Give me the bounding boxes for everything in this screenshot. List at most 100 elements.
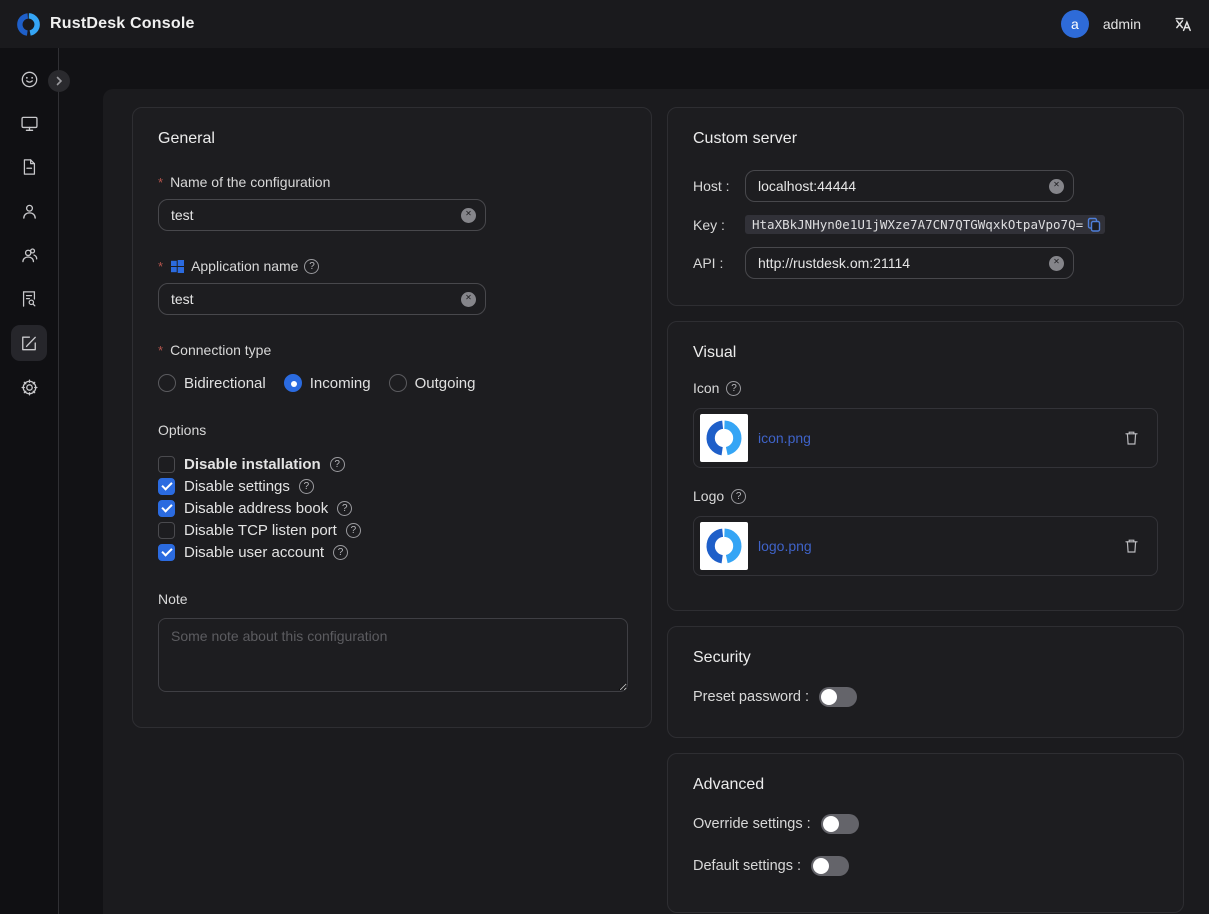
api-input[interactable] <box>746 255 1073 271</box>
checkbox-label: Disable settings <box>184 478 290 495</box>
radio-incoming[interactable]: Incoming <box>284 374 371 392</box>
config-name-field <box>158 199 486 231</box>
sidebar-expand-button[interactable] <box>48 70 70 92</box>
checkbox-disable-tcp-listen-port[interactable]: Disable TCP listen port <box>158 519 626 541</box>
key-value: HtaXBkJNHyn0e1U1jWXze7A7CN7QTGWqxkOtpaVp… <box>752 217 1083 232</box>
settings-gear-icon <box>11 369 47 405</box>
checkbox <box>158 500 175 517</box>
help-icon[interactable] <box>346 523 361 538</box>
security-title: Security <box>693 649 1158 667</box>
preset-password-label: Preset password : <box>693 689 809 705</box>
help-icon[interactable] <box>731 489 746 504</box>
default-settings-toggle[interactable] <box>811 856 849 876</box>
default-settings-row: Default settings : <box>693 856 1158 876</box>
sidebar-item-groups[interactable] <box>7 233 51 277</box>
main-content: General * Name of the configuration * <box>103 89 1209 914</box>
topbar: RustDesk Console a admin <box>0 0 1209 48</box>
radio-circle <box>389 374 407 392</box>
config-name-input[interactable] <box>159 207 485 223</box>
advanced-card: Advanced Override settings : Default set… <box>667 753 1184 913</box>
key-row: Key : HtaXBkJNHyn0e1U1jWXze7A7CN7QTGWqxk… <box>693 215 1158 234</box>
app-name-field <box>158 283 486 315</box>
override-settings-toggle[interactable] <box>821 814 859 834</box>
windows-icon <box>170 259 185 274</box>
host-field <box>745 170 1074 202</box>
connection-type-label-row: * Connection type <box>158 342 626 358</box>
custom-server-title: Custom server <box>693 130 1158 148</box>
radio-outgoing[interactable]: Outgoing <box>389 374 476 392</box>
api-label: API : <box>693 255 745 271</box>
help-icon[interactable] <box>726 381 741 396</box>
devices-icon <box>11 105 47 141</box>
help-icon[interactable] <box>330 457 345 472</box>
clear-icon[interactable] <box>461 292 476 307</box>
preset-password-row: Preset password : <box>693 687 1158 707</box>
host-label: Host : <box>693 178 745 194</box>
document-icon <box>11 149 47 185</box>
note-textarea[interactable] <box>158 618 628 692</box>
rustdesk-logo-thumbnail <box>700 414 748 462</box>
checkbox-disable-user-account[interactable]: Disable user account <box>158 541 626 563</box>
sidebar-item-settings[interactable] <box>7 365 51 409</box>
key-label: Key : <box>693 217 745 233</box>
checkbox <box>158 478 175 495</box>
general-card-title: General <box>158 130 626 148</box>
host-input[interactable] <box>746 178 1073 194</box>
help-icon[interactable] <box>304 259 319 274</box>
username[interactable]: admin <box>1103 16 1141 32</box>
sidebar <box>0 48 59 914</box>
checkbox-disable-settings[interactable]: Disable settings <box>158 475 626 497</box>
copy-icon[interactable] <box>1087 217 1101 232</box>
radio-circle <box>158 374 176 392</box>
toggle-knob <box>821 689 837 705</box>
default-settings-label: Default settings : <box>693 858 801 874</box>
checkbox-label: Disable installation <box>184 456 321 473</box>
trash-icon[interactable] <box>1124 538 1139 554</box>
brand: RustDesk Console <box>16 12 195 37</box>
api-row: API : <box>693 247 1158 279</box>
clear-icon[interactable] <box>461 208 476 223</box>
trash-icon[interactable] <box>1124 430 1139 446</box>
sidebar-item-sessions[interactable] <box>7 145 51 189</box>
app-name-label: Application name <box>191 258 298 274</box>
radio-bidirectional[interactable]: Bidirectional <box>158 374 266 392</box>
icon-label: Icon <box>693 380 719 396</box>
icon-file-row: icon.png <box>693 408 1158 468</box>
logo-file-link[interactable]: logo.png <box>758 538 812 554</box>
host-row: Host : <box>693 170 1158 202</box>
smiley-icon <box>11 61 47 97</box>
sidebar-item-users[interactable] <box>7 189 51 233</box>
icon-file-link[interactable]: icon.png <box>758 430 811 446</box>
checkbox-disable-installation[interactable]: Disable installation <box>158 453 626 475</box>
icon-label-row: Icon <box>693 380 1158 396</box>
help-icon[interactable] <box>299 479 314 494</box>
logo-label: Logo <box>693 488 724 504</box>
checkbox-label: Disable user account <box>184 544 324 561</box>
sidebar-item-audit[interactable] <box>7 277 51 321</box>
avatar[interactable]: a <box>1061 10 1089 38</box>
sidebar-item-dashboard[interactable] <box>7 57 51 101</box>
help-icon[interactable] <box>333 545 348 560</box>
help-icon[interactable] <box>337 501 352 516</box>
visual-card: Visual Icon icon.png <box>667 321 1184 611</box>
app-name-label-row: * Application name <box>158 258 626 274</box>
preset-password-toggle[interactable] <box>819 687 857 707</box>
translate-icon[interactable] <box>1173 14 1193 34</box>
connection-type-radios: Bidirectional Incoming Outgoing <box>158 374 626 392</box>
clear-icon[interactable] <box>1049 256 1064 271</box>
clear-icon[interactable] <box>1049 179 1064 194</box>
app-name-input[interactable] <box>159 291 485 307</box>
radio-circle <box>284 374 302 392</box>
rustdesk-logo-icon <box>16 12 41 37</box>
security-card: Security Preset password : <box>667 626 1184 738</box>
connection-type-label: Connection type <box>170 342 271 358</box>
override-settings-label: Override settings : <box>693 816 811 832</box>
toggle-knob <box>813 858 829 874</box>
required-asterisk: * <box>158 343 163 358</box>
sidebar-item-custom-client[interactable] <box>7 321 51 365</box>
sidebar-item-devices[interactable] <box>7 101 51 145</box>
config-name-label: Name of the configuration <box>170 174 330 190</box>
visual-title: Visual <box>693 344 1158 362</box>
checkbox-disable-address-book[interactable]: Disable address book <box>158 497 626 519</box>
general-card: General * Name of the configuration * <box>132 107 652 728</box>
